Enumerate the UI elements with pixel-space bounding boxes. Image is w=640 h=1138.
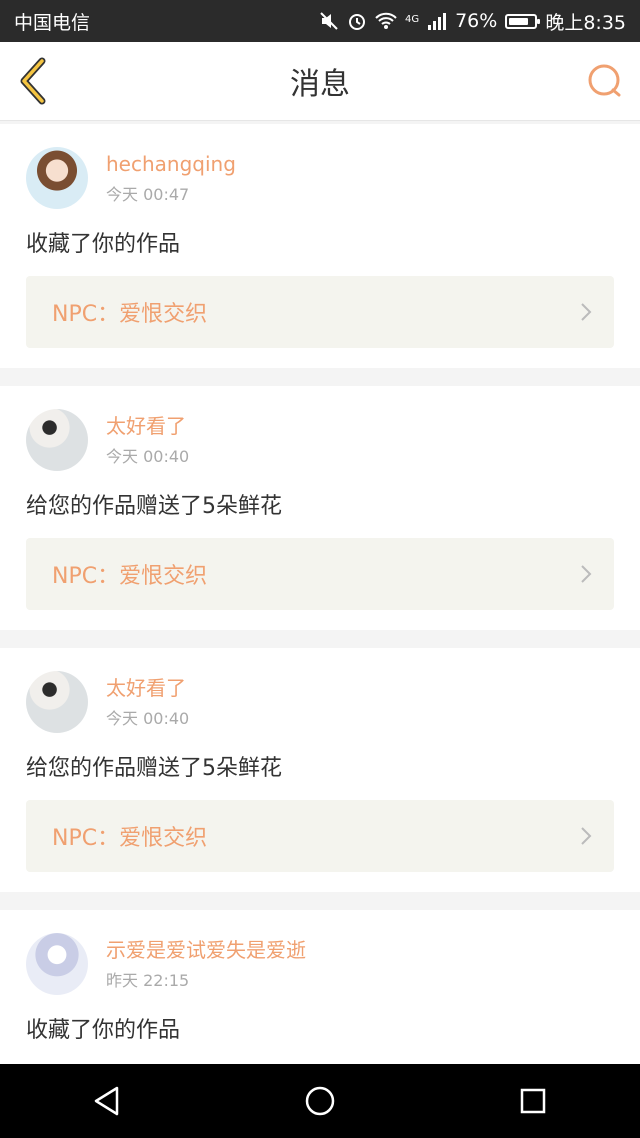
- battery-icon: [505, 13, 541, 29]
- username[interactable]: 太好看了: [106, 413, 189, 439]
- message-header: 太好看了 今天 00:40: [26, 670, 614, 734]
- timestamp: 今天 00:40: [106, 447, 190, 466]
- system-nav-bar: [0, 1064, 640, 1138]
- username[interactable]: hechangqing: [106, 151, 236, 177]
- message-header: hechangqing 今天 00:47: [26, 146, 614, 210]
- work-link[interactable]: NPC：爱恨交织: [26, 538, 614, 610]
- mute-icon: [319, 11, 339, 31]
- message-text: 收藏了你的作品: [26, 232, 181, 257]
- app-header: 消息: [0, 42, 640, 121]
- status-icons: 4G 76% 晚上8:35: [319, 8, 626, 35]
- carrier-label: 中国电信: [14, 11, 91, 34]
- username[interactable]: 太好看了: [106, 675, 189, 701]
- work-title: NPC：爱恨交织: [52, 826, 208, 851]
- search-button[interactable]: [586, 62, 624, 100]
- nav-back-button[interactable]: [87, 1081, 127, 1121]
- clock: 晚上8:35: [545, 11, 626, 34]
- timestamp: 今天 00:40: [106, 709, 190, 728]
- message-card: hechangqing 今天 00:47 收藏了你的作品 NPC：爱恨交织: [0, 124, 640, 368]
- chevron-right-icon: [581, 565, 592, 583]
- search-icon: [588, 64, 621, 97]
- avatar[interactable]: [26, 147, 88, 209]
- avatar[interactable]: [26, 933, 88, 995]
- battery-percent: 76%: [455, 10, 498, 32]
- nav-home-button[interactable]: [300, 1081, 340, 1121]
- message-text: 给您的作品赠送了5朵鲜花: [26, 756, 282, 781]
- username[interactable]: 示爱是爱试爱失是爱逝: [106, 937, 306, 963]
- message-card: 太好看了 今天 00:40 给您的作品赠送了5朵鲜花 NPC：爱恨交织: [0, 386, 640, 630]
- page-title: 消息: [290, 67, 350, 102]
- circle-home-icon: [305, 1086, 335, 1116]
- message-card: 示爱是爱试爱失是爱逝 昨天 22:15 收藏了你的作品: [0, 910, 640, 1064]
- work-link[interactable]: NPC：爱恨交织: [26, 276, 614, 348]
- wifi-icon: [375, 12, 397, 30]
- timestamp: 今天 00:47: [106, 185, 190, 204]
- message-meta: hechangqing 今天 00:47: [106, 151, 236, 205]
- message-list[interactable]: hechangqing 今天 00:47 收藏了你的作品 NPC：爱恨交织 太好…: [0, 124, 640, 1064]
- work-title: NPC：爱恨交织: [52, 564, 208, 589]
- message-text: 收藏了你的作品: [26, 1018, 181, 1043]
- message-meta: 太好看了 今天 00:40: [106, 675, 189, 729]
- avatar[interactable]: [26, 671, 88, 733]
- chevron-right-icon: [581, 827, 592, 845]
- chevron-right-icon: [581, 303, 592, 321]
- message-text: 给您的作品赠送了5朵鲜花: [26, 494, 282, 519]
- network-label: 4G: [404, 13, 420, 25]
- alarm-icon: [347, 11, 367, 31]
- back-chevron-icon: [20, 57, 46, 105]
- work-link[interactable]: NPC：爱恨交织: [26, 800, 614, 872]
- message-header: 示爱是爱试爱失是爱逝 昨天 22:15: [26, 932, 614, 996]
- status-bar: 中国电信 4G 76% 晚上8:35: [0, 0, 640, 42]
- message-card: 太好看了 今天 00:40 给您的作品赠送了5朵鲜花 NPC：爱恨交织: [0, 648, 640, 892]
- work-title: NPC：爱恨交织: [52, 302, 208, 327]
- battery-level: [509, 17, 528, 25]
- timestamp: 昨天 22:15: [106, 971, 190, 990]
- triangle-back-icon: [94, 1086, 118, 1116]
- nav-recents-button[interactable]: [513, 1081, 553, 1121]
- signal-icon: [427, 12, 447, 30]
- message-meta: 太好看了 今天 00:40: [106, 413, 189, 467]
- message-header: 太好看了 今天 00:40: [26, 408, 614, 472]
- avatar[interactable]: [26, 409, 88, 471]
- square-recents-icon: [521, 1088, 546, 1114]
- back-button[interactable]: [14, 57, 54, 105]
- message-meta: 示爱是爱试爱失是爱逝 昨天 22:15: [106, 937, 306, 991]
